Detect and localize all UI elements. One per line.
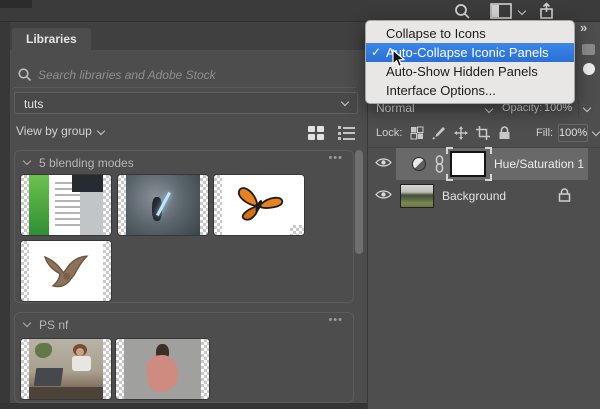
fill-dropdown-button[interactable]: [590, 124, 600, 142]
transparency-checker: [21, 241, 29, 301]
chevron-down-icon: [22, 318, 32, 328]
more-options-icon[interactable]: •••: [328, 314, 343, 326]
library-search-input[interactable]: [38, 65, 338, 85]
fill-label: Fill:: [536, 127, 554, 139]
layer-name[interactable]: Background: [442, 189, 506, 203]
libraries-tab-bar: Libraries: [10, 22, 367, 50]
search-icon: [18, 68, 32, 82]
library-group-ps-nf: PS nf •••: [14, 312, 354, 403]
collapse-panels-icon[interactable]: »: [580, 20, 587, 35]
chevron-down-icon: [582, 103, 592, 113]
fill-value[interactable]: 100%: [558, 124, 588, 142]
visibility-eye-icon[interactable]: [375, 188, 392, 206]
libraries-scrollbar[interactable]: [355, 150, 363, 254]
dragon-image: [44, 255, 89, 288]
transparency-checker: [214, 175, 222, 235]
transparency-checker: [290, 225, 304, 235]
chevron-down-icon: [96, 126, 106, 136]
top-bar-notch: [0, 0, 32, 8]
lock-pixels-brush-icon[interactable]: [432, 126, 446, 145]
transparency-checker: [103, 339, 111, 399]
transparency-checker: [103, 241, 111, 301]
tab-libraries[interactable]: Libraries: [12, 28, 91, 50]
library-item-green-document[interactable]: [21, 175, 111, 235]
dock-adjustment-icon[interactable]: [583, 63, 595, 75]
library-select[interactable]: tuts: [14, 92, 358, 114]
library-group-blending-modes: 5 blending modes •••: [14, 150, 354, 303]
library-item-woman-dancing[interactable]: [116, 339, 209, 399]
layer-row-background[interactable]: Background: [368, 180, 600, 212]
mouse-cursor: [392, 48, 406, 74]
more-options-icon[interactable]: •••: [328, 152, 343, 164]
view-by-group-label: View by group: [16, 124, 92, 138]
layer-thumbnail[interactable]: [400, 184, 434, 208]
library-item-dragon[interactable]: [21, 241, 111, 301]
lock-artboard-icon[interactable]: [476, 126, 490, 145]
group-header[interactable]: PS nf •••: [15, 313, 353, 335]
layer-name[interactable]: Hue/Saturation 1: [494, 157, 584, 171]
lock-transparency-icon[interactable]: [410, 126, 424, 145]
lock-row: Lock: Fill: 100%: [368, 122, 600, 148]
library-item-woman-at-desk[interactable]: [21, 339, 111, 399]
group-name: 5 blending modes: [39, 156, 134, 170]
chevron-down-icon: [22, 156, 32, 166]
panel-bottom-edge: [0, 403, 367, 409]
transparency-checker: [21, 175, 29, 235]
butterfly-image: [237, 187, 284, 221]
adjustment-layer-icon: [412, 157, 426, 171]
group-name: PS nf: [39, 318, 69, 332]
chevron-down-icon[interactable]: [517, 6, 527, 16]
list-view-icon[interactable]: [338, 126, 356, 140]
transparency-checker: [118, 175, 126, 235]
transparency-checker: [116, 339, 124, 399]
link-mask-icon[interactable]: [434, 155, 445, 178]
libraries-panel: Libraries tuts View by group 5 blending …: [10, 22, 367, 403]
lock-position-icon[interactable]: [454, 126, 468, 145]
checkmark-icon: ✓: [371, 45, 382, 59]
layer-mask-thumbnail[interactable]: [450, 151, 486, 177]
group-header[interactable]: 5 blending modes •••: [15, 151, 353, 173]
chevron-down-icon: [340, 97, 350, 107]
photoshop-workspace: Libraries tuts View by group 5 blending …: [0, 0, 600, 409]
mask-selection-corner: [485, 147, 492, 154]
top-bar: [0, 0, 600, 22]
library-search-row: [14, 62, 356, 88]
visibility-eye-icon[interactable]: [375, 156, 392, 174]
mask-selection-corner: [446, 147, 453, 154]
transparency-checker: [103, 175, 111, 235]
grid-view-icon[interactable]: [308, 126, 324, 140]
chevron-down-icon: [591, 127, 600, 137]
dock-panel-icon[interactable]: [582, 44, 595, 55]
lock-label: Lock:: [376, 127, 403, 139]
lock-all-icon[interactable]: [498, 126, 511, 145]
menu-item-collapse-to-icons[interactable]: Collapse to Icons: [366, 24, 574, 43]
transparency-checker: [200, 175, 208, 235]
menu-item-interface-options[interactable]: Interface Options...: [366, 81, 574, 100]
chevron-down-icon[interactable]: [484, 104, 494, 114]
library-select-value: tuts: [24, 97, 44, 111]
transparency-checker: [21, 339, 29, 399]
library-item-fantasy-warrior[interactable]: [118, 175, 208, 235]
opacity-dropdown-button[interactable]: [578, 100, 596, 118]
library-item-butterfly[interactable]: [214, 175, 304, 235]
layer-lock-icon: [558, 188, 571, 207]
transparency-checker: [201, 339, 209, 399]
view-by-group-control[interactable]: View by group: [16, 124, 106, 144]
layer-row-hue-saturation[interactable]: Hue/Saturation 1: [368, 147, 600, 181]
